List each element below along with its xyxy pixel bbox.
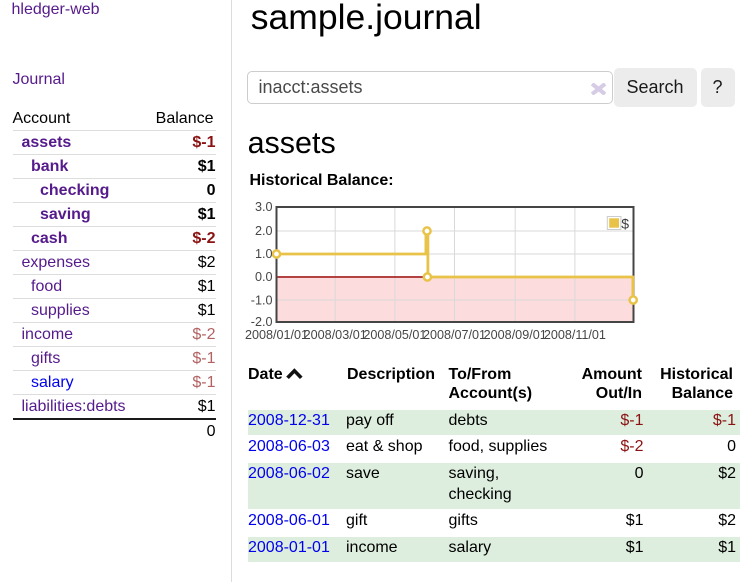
svg-text:2008/01/01: 2008/01/01 [245, 328, 308, 342]
svg-text:0.0: 0.0 [255, 270, 273, 284]
svg-text:3.0: 3.0 [255, 200, 273, 214]
svg-text:$: $ [621, 216, 629, 232]
svg-text:-1.0: -1.0 [251, 294, 273, 308]
svg-text:2.0: 2.0 [255, 224, 273, 238]
svg-text:2008/03/01: 2008/03/01 [304, 328, 367, 342]
svg-text:2008/05/01: 2008/05/01 [363, 328, 426, 342]
svg-text:-2.0: -2.0 [251, 315, 273, 329]
svg-text:1.0: 1.0 [255, 247, 273, 261]
svg-text:2008/07/01: 2008/07/01 [423, 328, 486, 342]
svg-text:2008/09/01: 2008/09/01 [484, 328, 547, 342]
svg-text:2008/11/01: 2008/11/01 [544, 328, 606, 342]
